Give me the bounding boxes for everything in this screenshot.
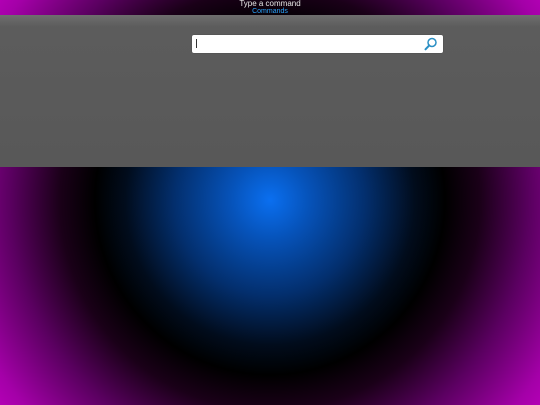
- hint-title: Type a command: [239, 0, 301, 8]
- text-caret: [196, 39, 197, 48]
- search-box[interactable]: [192, 35, 443, 53]
- command-panel: [0, 15, 540, 167]
- search-icon[interactable]: [424, 37, 438, 51]
- commands-link[interactable]: Commands: [0, 8, 540, 15]
- command-hint: Type a command Commands: [0, 0, 540, 15]
- search-input[interactable]: [195, 37, 417, 51]
